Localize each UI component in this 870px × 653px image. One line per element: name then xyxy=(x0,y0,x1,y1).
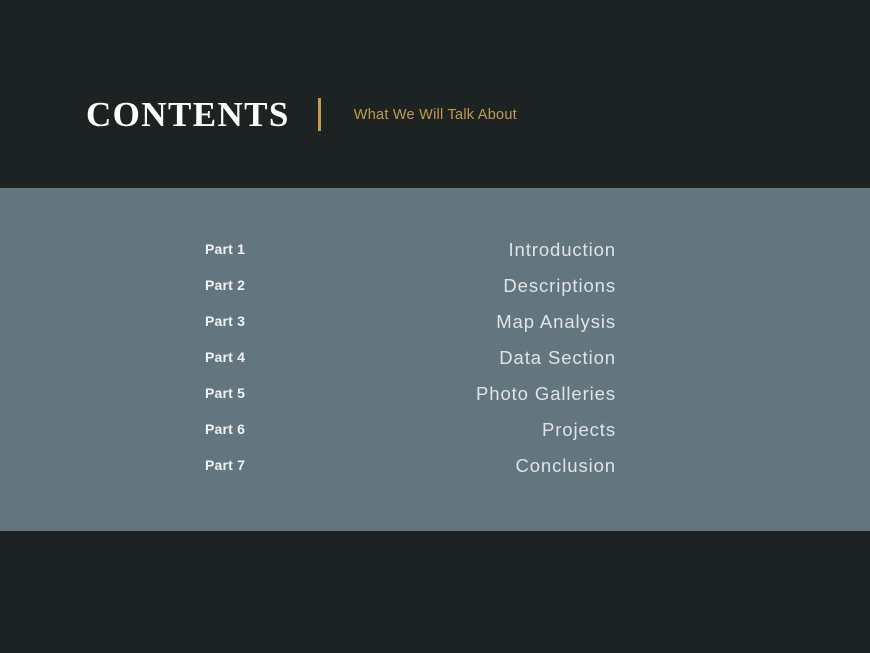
section-title: Photo Galleries xyxy=(476,382,616,404)
part-label: Part 1 xyxy=(205,241,246,257)
part-label: Part 3 xyxy=(205,313,246,329)
section-title: Conclusion xyxy=(515,454,616,476)
list-item[interactable]: Part 4 Data Section xyxy=(205,339,616,375)
part-label: Part 4 xyxy=(205,349,246,365)
part-label: Part 7 xyxy=(205,457,246,473)
list-item[interactable]: Part 5 Photo Galleries xyxy=(205,375,616,411)
section-title: Projects xyxy=(541,418,616,440)
list-item[interactable]: Part 6 Projects xyxy=(205,411,616,447)
contents-list: Part 1 Introduction Part 2 Descriptions … xyxy=(205,231,616,483)
vertical-rule-icon xyxy=(317,97,321,131)
page-title: CONTENTS xyxy=(86,94,290,134)
list-item[interactable]: Part 7 Conclusion xyxy=(205,447,616,483)
section-title: Introduction xyxy=(508,238,616,260)
section-title: Descriptions xyxy=(503,274,616,296)
section-title: Map Analysis xyxy=(496,310,616,332)
part-label: Part 2 xyxy=(205,277,246,293)
section-title: Data Section xyxy=(499,346,616,368)
slide-subtitle: What We Will Talk About xyxy=(353,106,517,123)
part-label: Part 5 xyxy=(205,385,246,401)
list-item[interactable]: Part 2 Descriptions xyxy=(205,267,616,303)
bottom-dark-band xyxy=(0,531,870,653)
contents-slide: CONTENTS What We Will Talk About Part 1 … xyxy=(0,0,870,653)
list-item[interactable]: Part 3 Map Analysis xyxy=(205,303,616,339)
list-item[interactable]: Part 1 Introduction xyxy=(205,231,616,267)
slide-header: CONTENTS What We Will Talk About xyxy=(86,90,517,138)
part-label: Part 6 xyxy=(205,421,246,437)
